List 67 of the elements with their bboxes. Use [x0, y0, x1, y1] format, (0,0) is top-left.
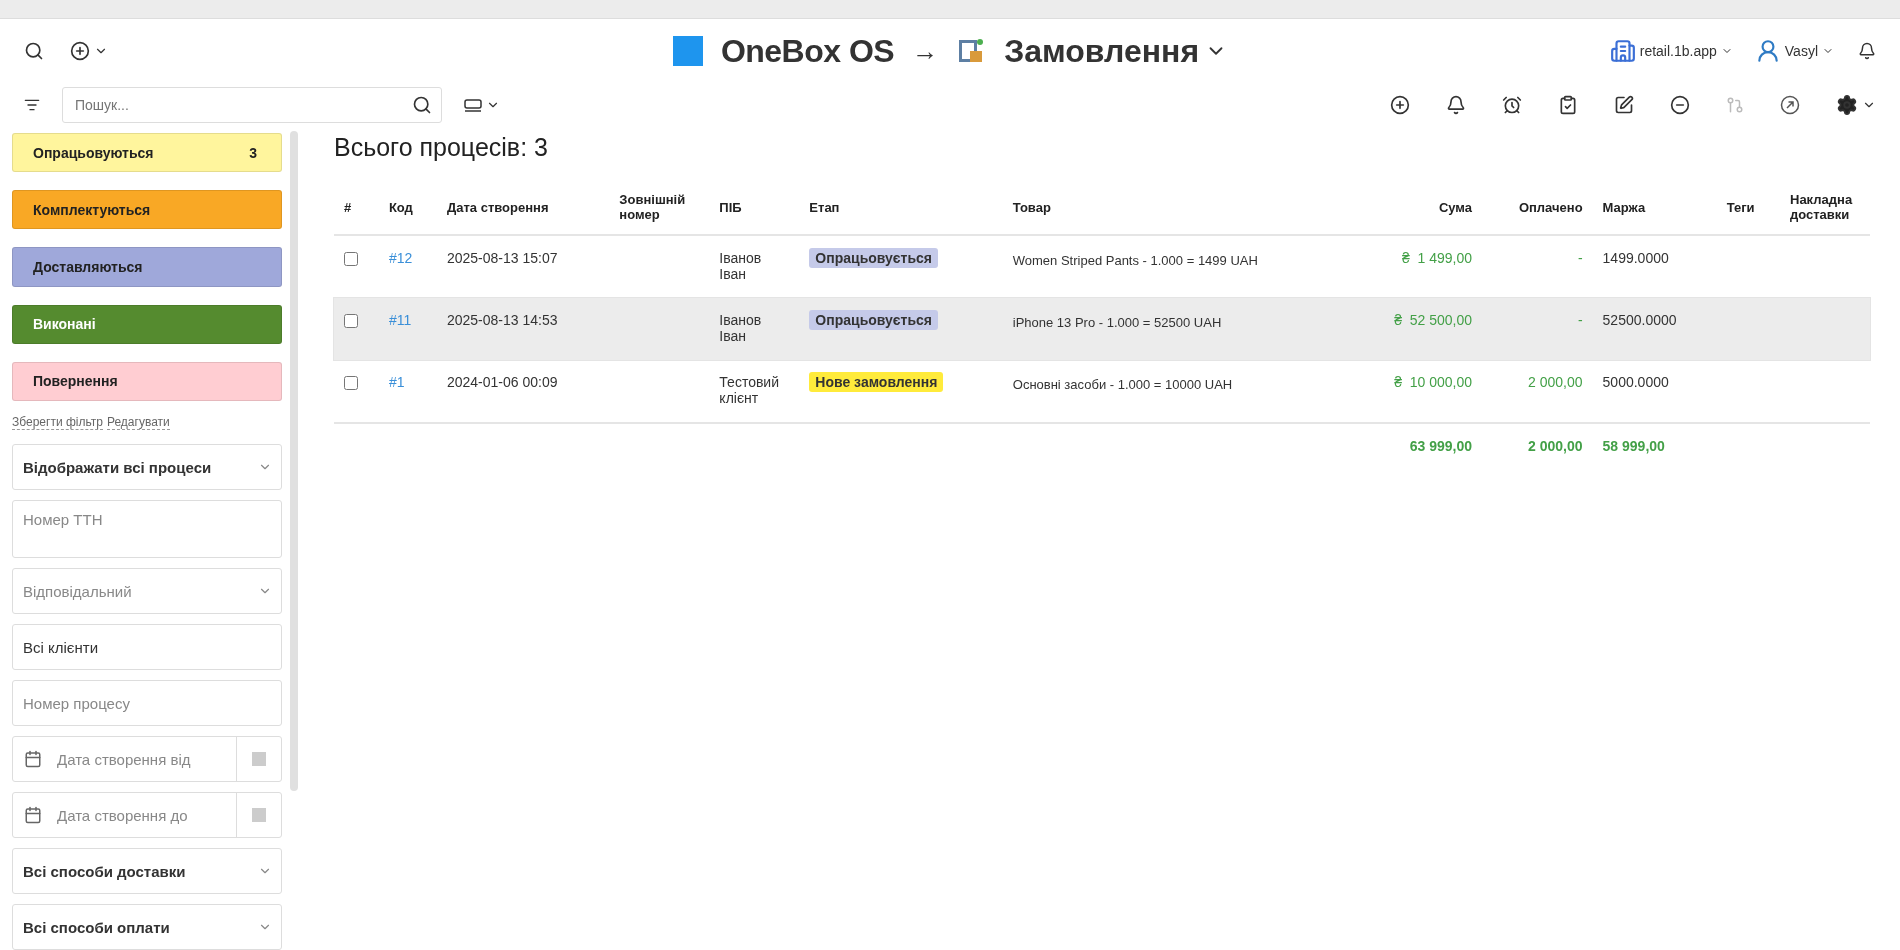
count: 3 — [249, 144, 257, 161]
table-cell: 5000.0000 — [1592, 360, 1717, 423]
plus-icon — [70, 41, 90, 61]
calendar-icon — [24, 806, 42, 824]
row-checkbox[interactable] — [344, 376, 358, 390]
square-icon — [252, 808, 266, 822]
textarea-field[interactable]: Номер ТТН — [12, 500, 282, 558]
scrollbar[interactable] — [290, 131, 298, 791]
status-filter[interactable]: Комплектуються — [12, 190, 282, 230]
stage-badge: Нове замовлення — [809, 372, 944, 392]
account-dropdown[interactable]: retail.1b.app — [1609, 38, 1733, 64]
table-cell: 2024-01-06 00:09 — [436, 360, 610, 423]
arrow: → — [912, 35, 939, 67]
building-icon — [1609, 38, 1636, 64]
input-field[interactable]: Номер процесу — [12, 680, 282, 726]
page-title: Всього процесів: 3 — [334, 133, 549, 162]
status-filter[interactable]: Повернення — [12, 361, 282, 401]
table-cell: ₴ 10 000,00 — [1352, 360, 1483, 423]
table-cell: Іванов Іван — [709, 235, 800, 298]
table-cell: 52500.0000 — [1592, 298, 1717, 360]
table-cell: 1499.0000 — [1592, 235, 1717, 298]
total-cell: 2 000,00 — [1482, 423, 1593, 470]
status-filter[interactable]: Опрацьовуються 3 — [12, 133, 282, 173]
layout-icon — [464, 97, 482, 113]
table-cell: ₴ 1 499,00 — [1352, 235, 1483, 298]
table-cell: ₴ 52 500,00 — [1352, 298, 1483, 360]
filter-link[interactable]: Редагувати — [106, 415, 170, 430]
dropdown-field[interactable]: Всі способи доставки — [12, 848, 282, 894]
date-field[interactable]: Дата створення до — [12, 792, 282, 838]
input-field[interactable]: Всі клієнти — [12, 624, 282, 670]
table-cell: iPhone 13 Pro - 1.000 = 52500 UAH — [1002, 298, 1353, 360]
table-cell: Тестовий клієнт — [709, 360, 800, 423]
table-cell: 2025-08-13 15:07 — [436, 235, 610, 298]
status-filter[interactable]: Виконані — [12, 304, 282, 344]
dropdown-field[interactable]: Відображати всі процеси — [12, 444, 282, 490]
total-cell: 63 999,00 — [1352, 423, 1483, 470]
row-checkbox[interactable] — [344, 252, 358, 266]
gear-icon — [1836, 94, 1858, 116]
section-dropdown[interactable]: Замовлення — [1004, 32, 1228, 70]
user-dropdown[interactable]: Vasyl — [1754, 38, 1834, 64]
table-cell: Women Striped Pants - 1.000 = 1499 UAH — [1002, 235, 1353, 298]
table-row[interactable]: #1 2024-01-06 00:09 Тестовий клієнт Нове замовлення Основні засоби - 1.000 = 10000 UAH ₴ 10 000,00 2 000,00 5000.0000 — [334, 360, 1870, 423]
status-filter[interactable]: Доставляються — [12, 247, 282, 287]
filter-link[interactable]: Зберегти фільтр — [12, 415, 103, 430]
dropdown-field[interactable]: Всі способи оплати — [12, 904, 282, 950]
table-cell: Основні засоби - 1.000 = 10000 UAH — [1002, 360, 1353, 423]
date-field[interactable]: Дата створення від — [12, 736, 282, 782]
search-icon[interactable] — [412, 95, 432, 115]
square-icon — [252, 752, 266, 766]
table-cell: - — [1482, 235, 1593, 298]
row-checkbox[interactable] — [344, 314, 358, 328]
stage-badge: Опрацьовується — [809, 310, 938, 330]
total-cell: 58 999,00 — [1592, 423, 1717, 470]
table-cell: 2 000,00 — [1482, 360, 1593, 423]
search-field[interactable]: Пошук... — [62, 87, 442, 123]
table-cell: Іванов Іван — [709, 298, 800, 360]
logo-icon — [672, 36, 703, 66]
calendar-icon — [24, 750, 42, 768]
stage-badge: Опрацьовується — [809, 248, 938, 268]
table-cell: 2025-08-13 14:53 — [436, 298, 610, 360]
brand-name: OneBox OS — [720, 32, 895, 70]
add-icon[interactable] — [1388, 93, 1412, 117]
dropdown-field[interactable]: Відповідальний — [12, 568, 282, 614]
table-row[interactable]: #12 2025-08-13 15:07 Іванов Іван Опрацьовується Women Striped Pants - 1.000 = 1499 UAH ₴ 1 499,00 - 1499.0000 — [334, 235, 1870, 298]
minus-circle-icon[interactable] — [1668, 93, 1692, 117]
arrow-circle-icon[interactable] — [1778, 93, 1802, 117]
table-cell: - — [1482, 298, 1593, 360]
